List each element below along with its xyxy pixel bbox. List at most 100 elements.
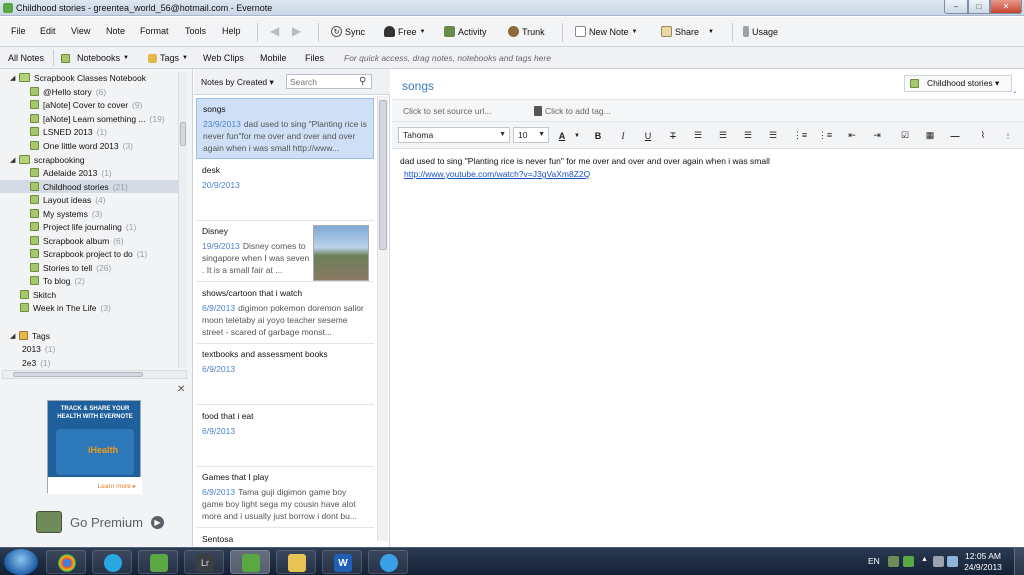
taskbar-skype[interactable] xyxy=(92,550,132,574)
source-url-field[interactable]: Click to set source url... xyxy=(403,106,491,116)
notebook-item[interactable]: Project life journaling (1) xyxy=(0,220,178,233)
notebooks-button[interactable]: Notebooks ▼ xyxy=(61,53,129,63)
checkbox-icon[interactable]: ☑ xyxy=(897,128,913,143)
font-family-select[interactable]: Tahoma ▼ xyxy=(398,127,510,143)
notebook-item[interactable]: [aNote] Cover to cover (9) xyxy=(0,98,178,111)
left-vertical-scrollbar[interactable] xyxy=(178,72,187,368)
scrollbar-thumb[interactable] xyxy=(180,122,186,146)
table-icon[interactable]: ▦ xyxy=(922,128,938,143)
notebook-item[interactable]: One little word 2013 (3) xyxy=(0,139,178,152)
attachment-icon[interactable]: ⌇ xyxy=(975,128,991,143)
mobile-button[interactable]: Mobile xyxy=(260,53,287,63)
notebook-item[interactable]: Stories to tell (26) xyxy=(0,261,178,274)
menu-format[interactable]: Format xyxy=(140,26,169,36)
note-card[interactable]: shows/cartoon that i watch 6/9/2013 digimo… xyxy=(196,283,374,344)
notebook-item[interactable]: Week in The Life (3) xyxy=(0,301,178,314)
taskbar-word[interactable]: W xyxy=(322,550,362,574)
notebook-item[interactable]: To blog (2) xyxy=(0,274,178,287)
files-button[interactable]: Files xyxy=(305,53,324,63)
menu-edit[interactable]: Edit xyxy=(40,26,56,36)
activity-button[interactable]: Activity xyxy=(444,26,487,37)
notebook-picker[interactable]: Childhood stories ▾ xyxy=(904,75,1012,92)
menu-note[interactable]: Note xyxy=(106,26,125,36)
tray-evernote-icon[interactable] xyxy=(903,556,914,567)
back-arrow-icon[interactable]: ◀ xyxy=(270,24,279,38)
taskbar-chrome[interactable] xyxy=(46,550,86,574)
menu-view[interactable]: View xyxy=(71,26,90,36)
italic-button[interactable]: I xyxy=(615,128,631,143)
tags-section[interactable]: ◢ Tags xyxy=(0,329,178,342)
tray-expand-icon[interactable]: ▲ xyxy=(921,556,928,563)
close-button[interactable]: ✕ xyxy=(990,0,1022,14)
notebook-stack[interactable]: ◢ Scrapbook Classes Notebook xyxy=(0,71,178,84)
notebook-item[interactable]: LSNED 2013 (1) xyxy=(0,125,178,138)
text-color-button[interactable]: A xyxy=(554,128,570,143)
ad-learn-more-link[interactable]: Learn more ▸ xyxy=(48,477,142,494)
maximize-button[interactable]: □ xyxy=(968,0,990,14)
taskbar-explorer[interactable] xyxy=(276,550,316,574)
add-tag-field[interactable]: Click to add tag... xyxy=(534,106,611,116)
note-title[interactable]: songs xyxy=(402,79,434,93)
show-desktop-button[interactable] xyxy=(1014,548,1024,575)
go-premium-button[interactable]: Go Premium ▶ xyxy=(0,508,193,536)
note-card[interactable]: textbooks and assessment books 6/9/2013 xyxy=(196,344,374,405)
underline-button[interactable]: U xyxy=(640,128,656,143)
menu-tools[interactable]: Tools xyxy=(185,26,206,36)
taskbar-lightroom[interactable]: Lr xyxy=(184,550,224,574)
notebook-item[interactable]: My systems (3) xyxy=(0,207,178,220)
strikethrough-button[interactable]: T xyxy=(665,128,681,143)
menu-file[interactable]: File xyxy=(11,26,26,36)
taskbar-evernote-2[interactable] xyxy=(230,550,270,574)
notebook-stack[interactable]: ◢ scrapbooking xyxy=(0,153,178,166)
notebook-item[interactable]: Adelaide 2013 (1) xyxy=(0,166,178,179)
notebook-item[interactable]: [aNote] Learn something ... (19) xyxy=(0,112,178,125)
all-notes-button[interactable]: All Notes xyxy=(8,53,44,63)
expand-triangle-icon[interactable]: ◢ xyxy=(10,74,18,82)
scrollbar-thumb[interactable] xyxy=(379,100,387,250)
note-card[interactable]: Disney 19/9/2013 Disney comes to singapore… xyxy=(196,221,374,282)
notebook-item[interactable]: Scrapbook project to do (1) xyxy=(0,247,178,260)
taskbar-itunes[interactable] xyxy=(368,550,408,574)
network-icon[interactable] xyxy=(947,556,958,567)
youtube-link[interactable]: http://www.youtube.com/watch?v=J3gVaXm8Z… xyxy=(404,168,1010,181)
bold-button[interactable]: B xyxy=(590,128,606,143)
start-button[interactable] xyxy=(4,549,38,575)
ihealth-ad-banner[interactable]: TRACK & SHARE YOUR HEALTH WITH EVERNOTE … xyxy=(47,400,142,494)
align-left-icon[interactable]: ☰ xyxy=(690,128,706,143)
tags-button[interactable]: Tags ▼ xyxy=(148,53,188,63)
align-right-icon[interactable]: ☰ xyxy=(740,128,756,143)
language-indicator[interactable]: EN xyxy=(868,556,880,566)
left-horizontal-scrollbar[interactable] xyxy=(2,370,187,379)
chevron-down-icon[interactable]: ⌄ xyxy=(1012,87,1018,95)
notebook-item[interactable]: Layout ideas (4) xyxy=(0,193,178,206)
system-clock[interactable]: 12:05 AM 24/9/2013 xyxy=(962,551,1004,573)
sort-dropdown[interactable]: Notes by Created ▾ xyxy=(201,77,274,88)
web-clips-button[interactable]: Web Clips xyxy=(203,53,244,63)
account-button[interactable]: Free ▼ xyxy=(384,26,425,37)
align-center-icon[interactable]: ☰ xyxy=(715,128,731,143)
close-ad-icon[interactable]: ✕ xyxy=(177,384,185,395)
search-icon[interactable]: ⚲ xyxy=(359,76,366,87)
justify-icon[interactable]: ☰ xyxy=(765,128,781,143)
share-button[interactable]: Share ▼ xyxy=(661,26,714,37)
menu-help[interactable]: Help xyxy=(222,26,241,36)
minimize-button[interactable]: – xyxy=(944,0,968,14)
chevron-down-icon[interactable]: ▼ xyxy=(569,128,585,143)
sync-button[interactable]: ↻ Sync xyxy=(331,26,365,37)
trunk-button[interactable]: Trunk xyxy=(508,26,545,37)
new-note-button[interactable]: New Note ▼ xyxy=(575,26,637,37)
taskbar-evernote-1[interactable] xyxy=(138,550,178,574)
notebook-item[interactable]: Scrapbook album (6) xyxy=(0,234,178,247)
expand-triangle-icon[interactable]: ◢ xyxy=(10,332,18,340)
notebook-item[interactable]: @Hello story (6) xyxy=(0,85,178,98)
expand-triangle-icon[interactable]: ◢ xyxy=(10,156,18,164)
numbered-list-icon[interactable]: ⋮≡ xyxy=(817,128,833,143)
note-card[interactable]: desk 20/9/2013 xyxy=(196,160,374,221)
tray-app-icon[interactable] xyxy=(888,556,899,567)
notebook-item[interactable]: Childhood stories (21) xyxy=(0,180,178,193)
dropbox-icon[interactable] xyxy=(933,556,944,567)
forward-arrow-icon[interactable]: ▶ xyxy=(292,24,301,38)
scrollbar-thumb[interactable] xyxy=(13,372,143,377)
usage-button[interactable]: Usage xyxy=(743,26,778,37)
horizontal-rule-icon[interactable]: — xyxy=(947,128,963,143)
